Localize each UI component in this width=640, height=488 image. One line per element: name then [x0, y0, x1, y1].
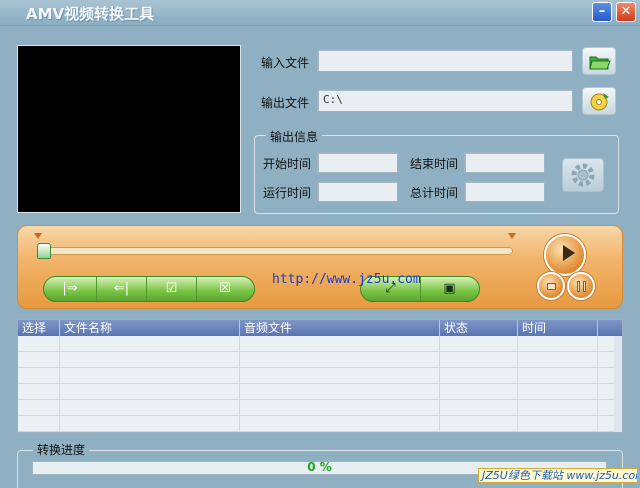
column-header-time[interactable]: 时间 — [518, 320, 598, 336]
column-divider — [439, 336, 440, 432]
run-time-field[interactable] — [317, 181, 398, 202]
column-header-status[interactable]: 状态 — [440, 320, 518, 336]
start-marker-icon — [34, 233, 42, 239]
watermark-banner: JZ5U绿色下载站 www.jz5u.com — [478, 468, 638, 483]
stop-button[interactable] — [537, 272, 565, 300]
end-time-field[interactable] — [464, 152, 545, 173]
table-row[interactable] — [18, 416, 622, 432]
end-time-label: 结束时间 — [410, 157, 459, 171]
run-time-label: 运行时间 — [263, 186, 312, 200]
pause-button[interactable] — [567, 272, 595, 300]
column-header-audio[interactable]: 音频文件 — [240, 320, 440, 336]
uncheck-button[interactable]: ☒ — [197, 277, 253, 301]
stop-icon — [547, 283, 556, 290]
output-info-title: 输出信息 — [266, 128, 323, 145]
file-table: 选择 文件名称 音频文件 状态 时间 — [17, 319, 623, 433]
close-button[interactable]: ✕ — [616, 2, 636, 22]
play-icon — [563, 245, 575, 261]
open-folder-button[interactable] — [582, 47, 616, 75]
progress-title: 转换进度 — [33, 441, 90, 458]
column-header-select[interactable]: 选择 — [18, 320, 60, 336]
input-file-field[interactable] — [317, 49, 573, 72]
end-marker-icon — [508, 233, 516, 239]
set-end-button[interactable]: ⇐| — [97, 277, 147, 301]
table-row[interactable] — [18, 368, 622, 384]
column-divider — [517, 336, 518, 432]
start-time-field[interactable] — [317, 152, 398, 173]
column-divider — [239, 336, 240, 432]
disc-folder-icon — [590, 93, 609, 111]
pause-icon-bar — [583, 281, 586, 292]
vertical-scrollbar[interactable] — [614, 336, 622, 432]
snapshot-button[interactable]: ▣ — [421, 277, 478, 301]
column-divider — [59, 336, 60, 432]
gear-icon — [571, 163, 595, 187]
seek-slider-handle[interactable] — [37, 243, 51, 259]
column-divider — [597, 336, 598, 432]
table-row[interactable] — [18, 384, 622, 400]
output-file-label: 输出文件 — [261, 96, 310, 110]
minimize-button[interactable]: – — [592, 2, 612, 22]
start-time-label: 开始时间 — [263, 157, 312, 171]
total-time-field[interactable] — [464, 181, 545, 202]
pause-icon — [577, 281, 580, 292]
folder-icon — [589, 56, 611, 70]
video-preview — [17, 45, 241, 213]
window-title: AMV视频转换工具 — [26, 5, 155, 23]
total-time-label: 总计时间 — [410, 186, 459, 200]
column-header-filename[interactable]: 文件名称 — [60, 320, 240, 336]
table-row[interactable] — [18, 400, 622, 416]
output-file-field[interactable]: C:\ — [317, 89, 573, 112]
input-file-label: 输入文件 — [261, 56, 310, 70]
table-row[interactable] — [18, 352, 622, 368]
check-button[interactable]: ☑ — [147, 277, 197, 301]
table-row[interactable] — [18, 336, 622, 352]
website-link[interactable]: http://www.jz5u.com — [272, 272, 421, 287]
column-header-filler — [598, 320, 622, 336]
seek-track[interactable] — [41, 247, 513, 255]
settings-button[interactable] — [562, 158, 604, 192]
set-start-button[interactable]: |⇒ — [44, 277, 97, 301]
output-folder-button[interactable] — [582, 87, 616, 115]
